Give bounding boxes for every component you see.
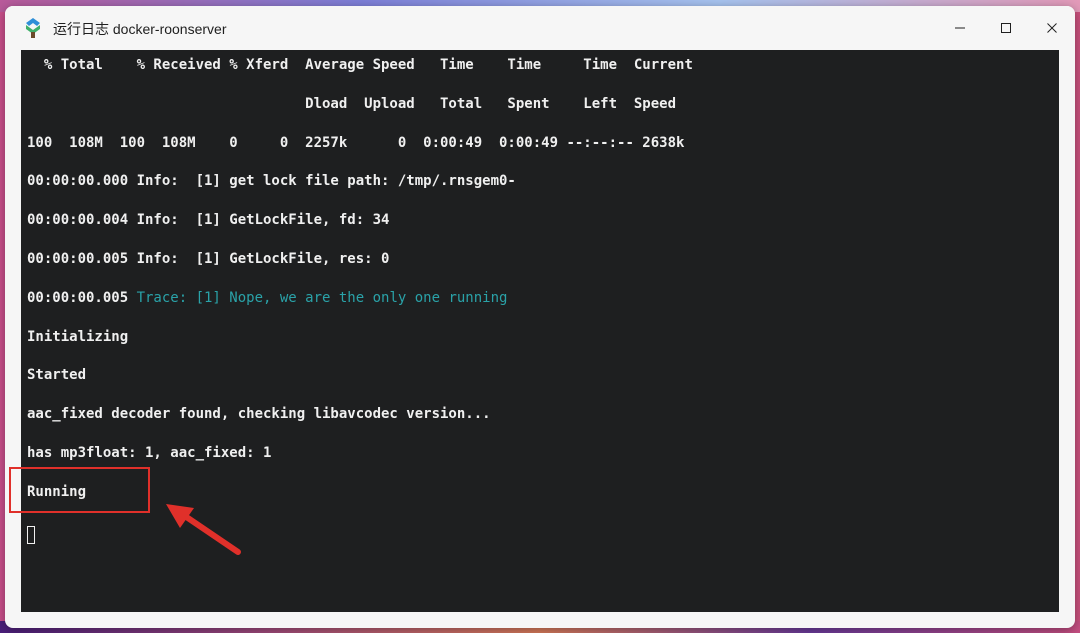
log-line: has mp3float: 1, aac_fixed: 1 [27, 444, 272, 461]
maximize-icon [1001, 23, 1011, 33]
log-line: aac_fixed decoder found, checking libavc… [27, 406, 491, 423]
log-line: Started [27, 367, 87, 384]
close-button[interactable] [1029, 6, 1075, 50]
log-line-running: Running [27, 483, 87, 500]
terminal-lines: % Total % Received % Xferd Average Speed… [27, 56, 693, 522]
close-icon [1047, 23, 1057, 33]
log-line: Initializing [27, 328, 129, 345]
window-title: 运行日志 docker-roonserver [53, 21, 227, 37]
minimize-icon [955, 27, 965, 29]
log-line: 00:00:00.000 Info: [1] get lock file pat… [27, 173, 516, 190]
log-line: 100 108M 100 108M 0 0 2257k 0 0:00:49 0:… [27, 134, 685, 151]
trace-message: Trace: [1] Nope, we are the only one run… [136, 289, 508, 306]
title-bar[interactable]: 运行日志 docker-roonserver [5, 6, 1075, 50]
log-line: 00:00:00.005 Info: [1] GetLockFile, res:… [27, 250, 390, 267]
app-icon [26, 18, 40, 38]
log-line: 00:00:00.004 Info: [1] GetLockFile, fd: … [27, 212, 390, 229]
terminal-cursor [27, 526, 35, 544]
trace-log-line: 00:00:00.005 Trace: [1] Nope, we are the… [27, 289, 693, 328]
maximize-button[interactable] [983, 6, 1029, 50]
log-window: 运行日志 docker-roonserver % Total % Receive… [5, 6, 1075, 628]
log-line: Dload Upload Total Spent Left Speed [27, 95, 677, 112]
terminal-output[interactable]: % Total % Received % Xferd Average Speed… [21, 50, 1059, 612]
minimize-button[interactable] [937, 6, 983, 50]
log-line: % Total % Received % Xferd Average Speed… [27, 57, 693, 73]
trace-timestamp: 00:00:00.005 [27, 289, 137, 306]
